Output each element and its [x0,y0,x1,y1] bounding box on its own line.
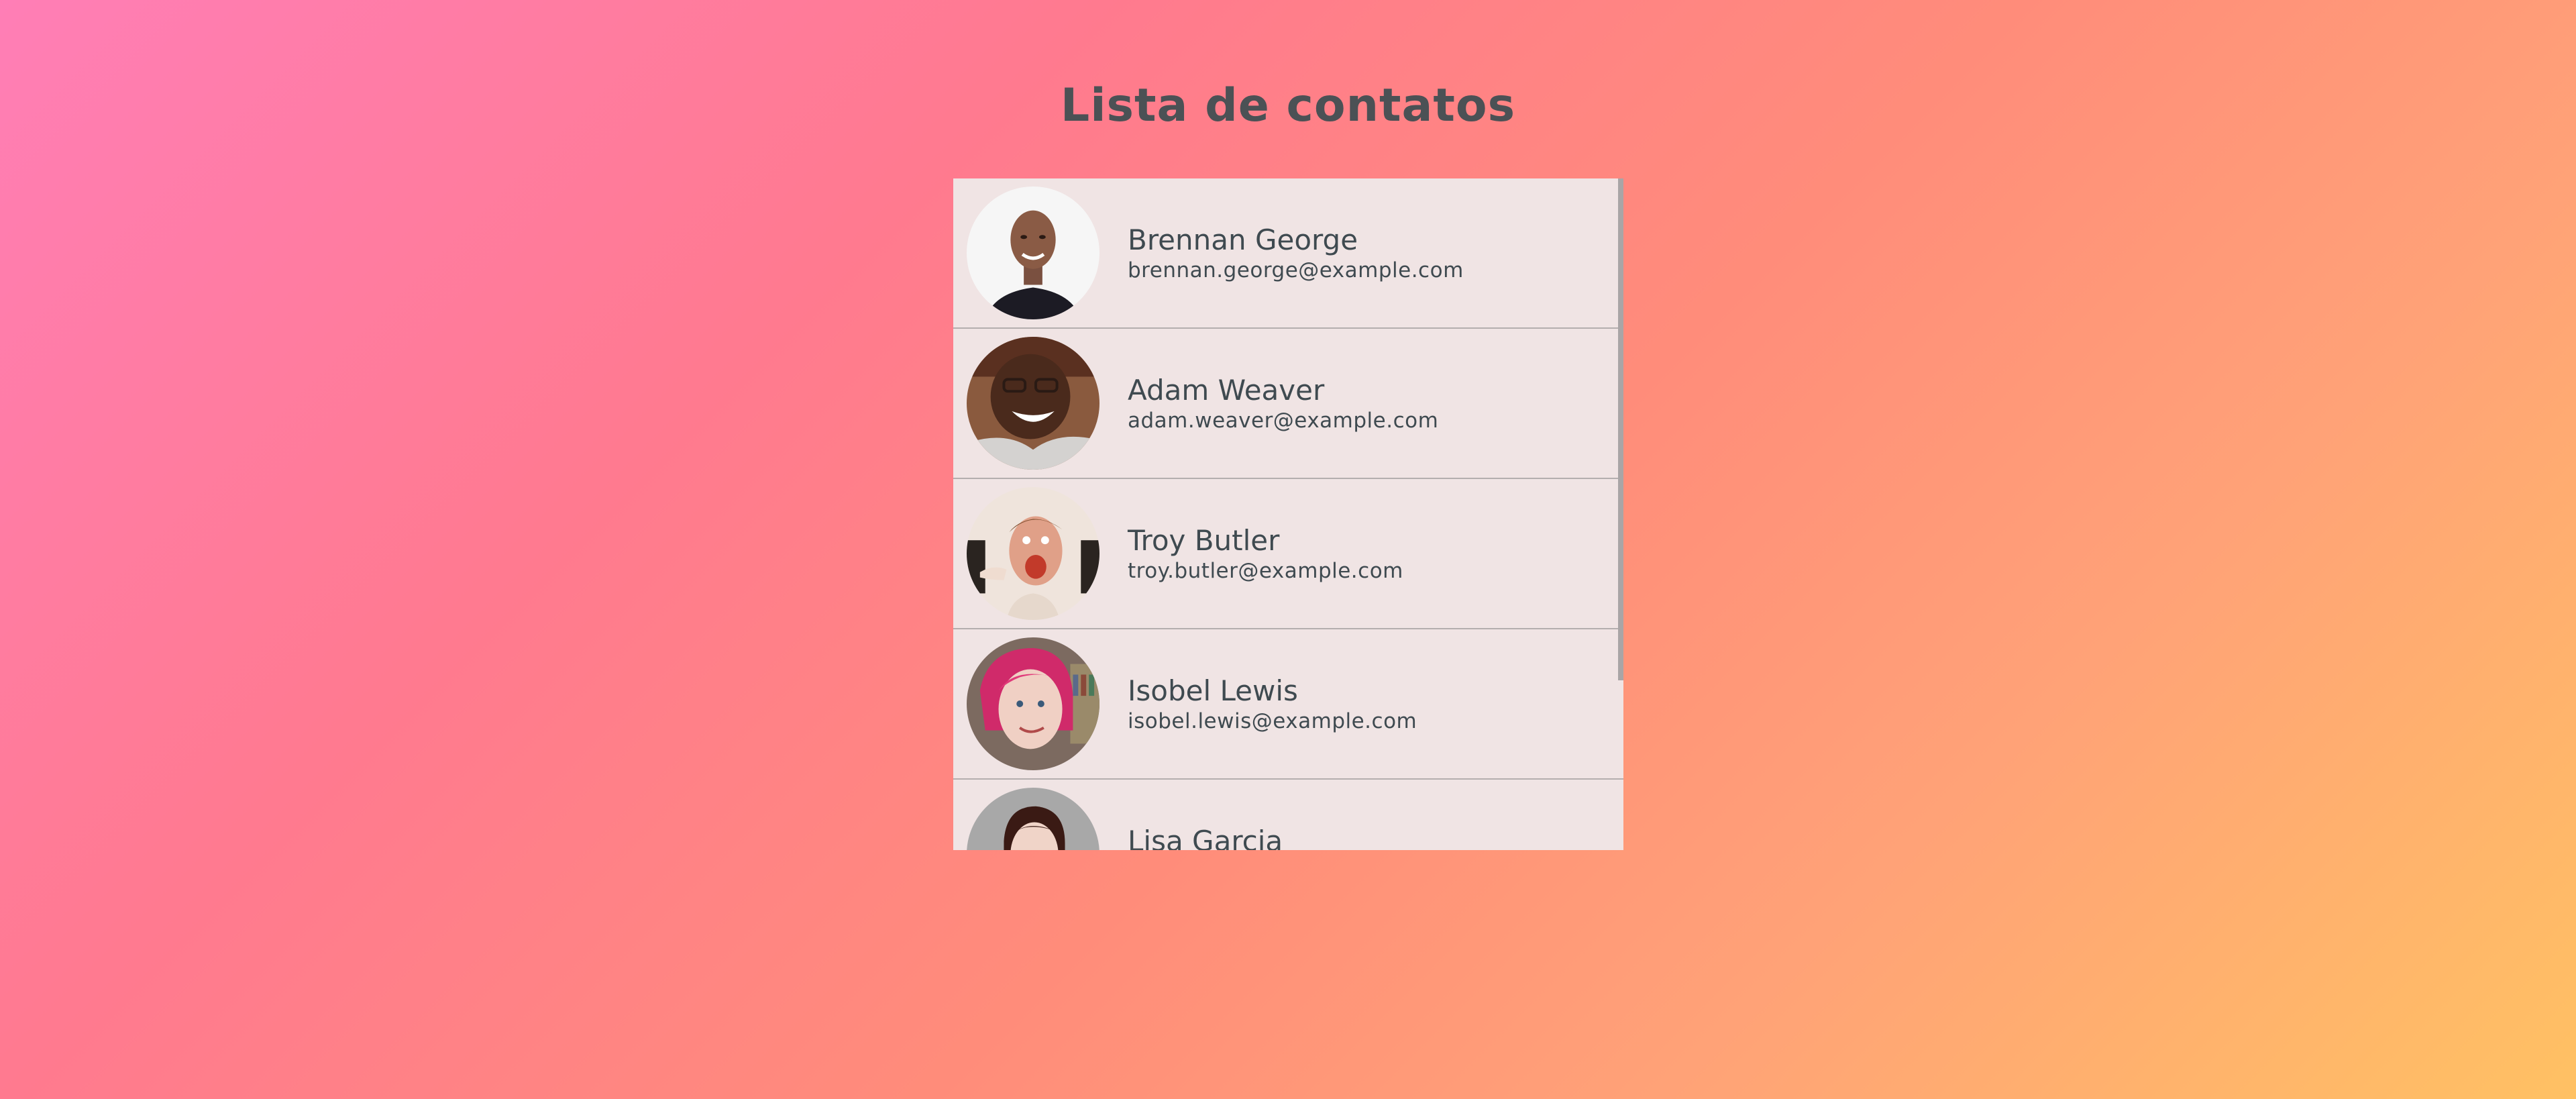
page-title: Lista de contatos [1060,79,1516,132]
contact-name: Lisa Garcia [1128,825,1283,850]
scrollbar[interactable] [1618,178,1623,850]
contact-list[interactable]: Brennan George brennan.george@example.co… [953,178,1623,850]
contact-name: Troy Butler [1128,524,1280,557]
avatar-photo-icon [967,487,1099,620]
contact-email[interactable]: troy.butler@example.com [1128,558,1403,584]
avatar-photo-icon [967,788,1099,850]
contact-email[interactable]: brennan.george@example.com [1128,258,1464,283]
contact-row[interactable]: Brennan George brennan.george@example.co… [953,178,1623,329]
scrollbar-thumb[interactable] [1618,178,1623,680]
avatar [967,637,1099,770]
contact-name: Isobel Lewis [1128,674,1298,707]
contact-name: Adam Weaver [1128,374,1325,407]
contact-name: Brennan George [1128,223,1358,256]
contact-email[interactable]: adam.weaver@example.com [1128,408,1438,433]
contact-email[interactable]: isobel.lewis@example.com [1128,709,1417,734]
avatar [967,487,1099,620]
contact-row[interactable]: Lisa Garcia [953,780,1623,850]
avatar-photo-icon [967,637,1099,770]
contact-row[interactable]: Isobel Lewis isobel.lewis@example.com [953,629,1623,780]
avatar-photo-icon [967,187,1099,319]
contact-row[interactable]: Troy Butler troy.butler@example.com [953,479,1623,629]
avatar [967,337,1099,470]
avatar [967,187,1099,319]
avatar-photo-icon [967,337,1099,470]
avatar [967,788,1099,850]
contact-row[interactable]: Adam Weaver adam.weaver@example.com [953,329,1623,479]
